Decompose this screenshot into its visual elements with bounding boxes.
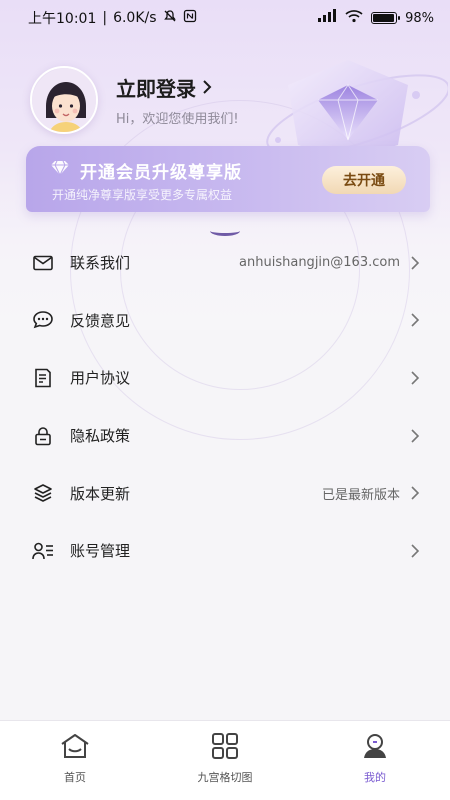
nav-item-home[interactable]: 首页: [20, 733, 130, 785]
nav-label-grid-cut: 九宫格切图: [197, 771, 253, 784]
battery-icon: [371, 12, 401, 24]
signal-icon: [317, 9, 337, 27]
chevron-right-icon: [411, 371, 420, 385]
status-bar: 上午10:01 | 6.0K/s 98%: [0, 0, 450, 36]
menu-item-feedback[interactable]: 反馈意见: [0, 292, 450, 350]
home-icon: [59, 733, 91, 763]
menu-item-privacy[interactable]: 隐私政策: [0, 407, 450, 465]
open-vip-button[interactable]: 去开通: [322, 166, 406, 194]
login-link[interactable]: 立即登录: [116, 73, 239, 102]
menu-item-label: 用户协议: [70, 369, 131, 388]
battery-percent: 98%: [405, 10, 434, 26]
status-time: 上午10:01: [28, 11, 97, 27]
chevron-right-icon: [411, 544, 420, 558]
avatar[interactable]: [30, 66, 98, 134]
grid-icon: [210, 733, 240, 763]
chevron-right-icon: [411, 256, 420, 270]
menu-item-account[interactable]: 账号管理: [0, 522, 450, 580]
nav-label-mine: 我的: [364, 771, 386, 784]
nfc-icon: [183, 9, 197, 27]
vip-banner[interactable]: 开通会员升级尊享版 开通纯净尊享版享受更多专属权益 去开通: [26, 146, 430, 212]
profile-icon: [360, 733, 390, 763]
menu-item-contact[interactable]: 联系我们 anhuishangjin@163.com: [0, 234, 450, 292]
login-title: 立即登录: [116, 77, 196, 101]
mail-icon: [32, 252, 54, 274]
chevron-right-icon: [411, 313, 420, 327]
menu-item-label: 账号管理: [70, 542, 131, 561]
menu-item-label: 联系我们: [70, 254, 131, 273]
user-list-icon: [32, 540, 54, 562]
version-status: 已是最新版本: [321, 487, 400, 503]
vip-subtitle: 开通纯净尊享版享受更多专属权益: [52, 188, 233, 202]
menu-item-version-update[interactable]: 版本更新 已是最新版本: [0, 464, 450, 522]
layers-icon: [32, 482, 54, 504]
menu-item-user-agreement[interactable]: 用户协议: [0, 349, 450, 407]
vip-title: 开通会员升级尊享版: [50, 158, 242, 183]
menu-item-label: 隐私政策: [70, 427, 131, 446]
chevron-right-icon: [411, 429, 420, 443]
battery-fill: [373, 14, 394, 22]
chat-bubble-icon: [32, 309, 54, 331]
bottom-nav: 首页 九宫格切图 我的: [0, 720, 450, 800]
wifi-icon: [345, 9, 363, 27]
nav-item-grid-cut[interactable]: 九宫格切图: [170, 733, 280, 785]
profile-header[interactable]: 立即登录 Hi，欢迎您使用我们!: [30, 66, 239, 134]
status-divider: |: [102, 10, 108, 26]
contact-email: anhuishangjin@163.com: [239, 255, 400, 271]
diamond-icon: [50, 160, 70, 181]
welcome-text: Hi，欢迎您使用我们!: [116, 112, 239, 127]
mute-icon: [163, 9, 177, 27]
nav-item-mine[interactable]: 我的: [320, 733, 430, 785]
nav-label-home: 首页: [64, 771, 86, 784]
chevron-right-icon: [202, 76, 212, 100]
lock-icon: [32, 425, 54, 447]
status-speed: 6.0K/s: [113, 10, 157, 26]
menu-item-label: 版本更新: [70, 484, 131, 503]
chevron-right-icon: [411, 486, 420, 500]
document-icon: [32, 367, 54, 389]
vip-title-text: 开通会员升级尊享版: [80, 163, 242, 183]
menu-item-label: 反馈意见: [70, 311, 131, 330]
settings-menu: 联系我们 anhuishangjin@163.com 反馈意见 用户协议 隐私政…: [0, 234, 450, 580]
